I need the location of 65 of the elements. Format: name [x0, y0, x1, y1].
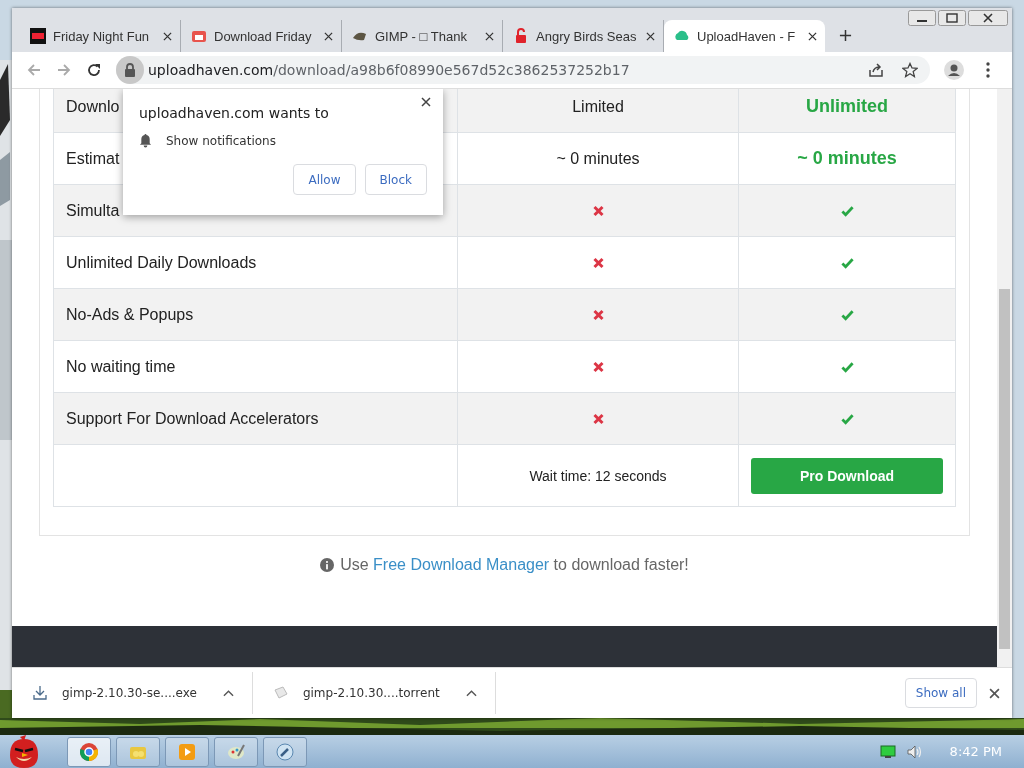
table-cell: Unlimited Daily Downloads	[54, 237, 458, 288]
close-icon[interactable]	[485, 31, 494, 41]
taskbar-button[interactable]	[263, 736, 307, 767]
reload-icon[interactable]	[86, 62, 102, 78]
table-cell: Support For Download Accelerators	[54, 393, 458, 444]
check-icon	[840, 360, 854, 373]
block-button[interactable]: Block	[364, 164, 427, 195]
network-icon[interactable]	[879, 744, 896, 759]
speaker-icon[interactable]	[906, 744, 923, 759]
download-file-icon	[32, 685, 48, 701]
close-icon[interactable]	[163, 31, 172, 41]
check-icon	[840, 256, 854, 269]
cross-icon	[591, 360, 605, 373]
browser-tab[interactable]: Friday Night Fun	[20, 20, 181, 52]
browser-tab[interactable]: GIMP - □ Thank	[342, 20, 503, 52]
check-icon	[840, 308, 854, 321]
store-icon	[191, 28, 207, 44]
wait-time-text: Wait time: 12 seconds	[529, 467, 667, 484]
close-icon[interactable]	[968, 10, 1008, 26]
profile-icon[interactable]	[944, 60, 964, 80]
browser-tab[interactable]: Download Friday	[181, 20, 342, 52]
show-all-button[interactable]: Show all	[904, 678, 977, 708]
download-item[interactable]: gimp-2.10.30....torrent	[252, 672, 496, 714]
cross-icon	[591, 204, 605, 217]
minimize-icon[interactable]	[908, 10, 936, 26]
cross-icon	[591, 412, 605, 425]
star-icon[interactable]	[902, 62, 918, 78]
file-icon	[272, 685, 289, 701]
table-cell: No waiting time	[54, 341, 458, 392]
check-icon	[840, 204, 854, 217]
close-icon[interactable]	[646, 31, 655, 41]
play-icon	[177, 741, 197, 762]
lock-icon[interactable]	[116, 56, 144, 84]
scrollbar[interactable]	[997, 89, 1012, 667]
table-cell: No-Ads & Popups	[54, 289, 458, 340]
download-manager-link[interactable]: Free Download Manager	[373, 556, 550, 573]
info-text: Use Free Download Manager to download faster!	[340, 556, 689, 574]
address-bar[interactable]: uploadhaven.com/download/a98b6f08990e567d52c3862537252b17	[116, 56, 930, 84]
permission-text: Show notifications	[166, 133, 276, 148]
table-cell: Limited	[572, 97, 624, 116]
caret-icon[interactable]	[222, 689, 234, 697]
download-item[interactable]: gimp-2.10.30-se....exe	[12, 672, 253, 714]
taskbar-button[interactable]	[67, 736, 111, 767]
lock-icon	[513, 28, 529, 44]
cross-icon	[591, 256, 605, 269]
bell-icon	[139, 133, 152, 148]
new-tab-icon[interactable]	[839, 29, 852, 42]
share-icon[interactable]	[868, 62, 884, 78]
caret-icon[interactable]	[465, 689, 477, 697]
browser-tab[interactable]: UploadHaven - F	[664, 20, 825, 52]
popup-title: uploadhaven.com wants to	[139, 105, 330, 121]
table-cell: ~ 0 minutes	[556, 149, 640, 168]
info-icon	[320, 558, 335, 572]
game-logo-icon	[30, 28, 46, 44]
close-icon[interactable]	[808, 31, 817, 41]
table-cell: Unlimited	[806, 96, 888, 117]
check-icon	[840, 412, 854, 425]
browser-icon	[79, 741, 99, 762]
close-icon[interactable]	[989, 687, 1000, 699]
table-cell: ~ 0 minutes	[797, 148, 897, 169]
allow-button[interactable]: Allow	[293, 164, 356, 195]
maximize-icon[interactable]	[938, 10, 966, 26]
cross-icon	[591, 308, 605, 321]
close-icon[interactable]	[421, 97, 431, 107]
close-icon[interactable]	[324, 31, 333, 41]
